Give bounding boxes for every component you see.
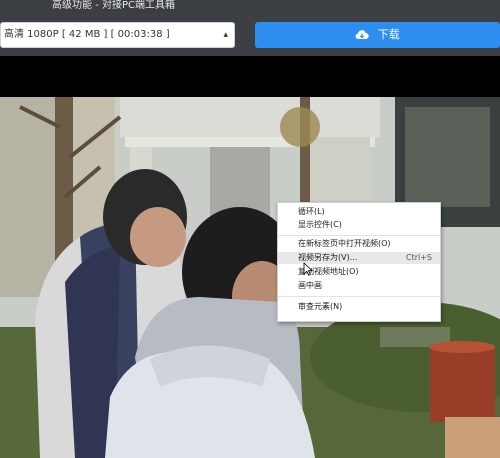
menu-item-show-controls[interactable]: 显示控件(C) (278, 219, 440, 231)
window-title: 高级功能 - 对接PC端工具箱 (52, 0, 175, 11)
select-arrows-icon: ▴︎ (223, 30, 228, 40)
menu-item-open-video-new-tab-label: 在新标签页中打开视频(O) (298, 239, 391, 248)
menu-divider (278, 296, 440, 297)
menu-divider (278, 235, 440, 236)
menu-item-show-controls-label: 显示控件(C) (298, 220, 342, 229)
download-label: 下载 (377, 28, 400, 41)
quality-select[interactable]: 高清 1080P [ 42 MB ] [ 00:03:38 ] ▴︎ (0, 22, 235, 48)
menu-item-loop-label: 循环(L) (298, 207, 325, 216)
download-button[interactable]: 下载 (255, 22, 500, 48)
menu-item-inspect-element[interactable]: 审查元素(N) (278, 301, 440, 313)
menu-item-open-video-new-tab[interactable]: 在新标签页中打开视频(O) (278, 238, 440, 250)
menu-item-picture-in-picture-label: 画中画 (298, 281, 322, 290)
title-bar: 高级功能 - 对接PC端工具箱 (0, 0, 500, 14)
cloud-download-icon (355, 30, 369, 40)
quality-select-value: 高清 1080P [ 42 MB ] [ 00:03:38 ] (4, 29, 170, 40)
menu-item-picture-in-picture[interactable]: 画中画 (278, 280, 440, 292)
menu-item-save-video-as-shortcut: Ctrl+S (405, 253, 432, 262)
mouse-pointer-icon (303, 262, 313, 276)
menu-item-loop[interactable]: 循环(L) (278, 206, 440, 218)
download-toolbar: 高清 1080P [ 42 MB ] [ 00:03:38 ] ▴︎ 下载 (0, 14, 500, 56)
video-context-menu: 循环(L) 显示控件(C) 在新标签页中打开视频(O) 视频另存为(V)... … (277, 202, 441, 322)
menu-item-inspect-element-label: 审查元素(N) (298, 302, 343, 311)
